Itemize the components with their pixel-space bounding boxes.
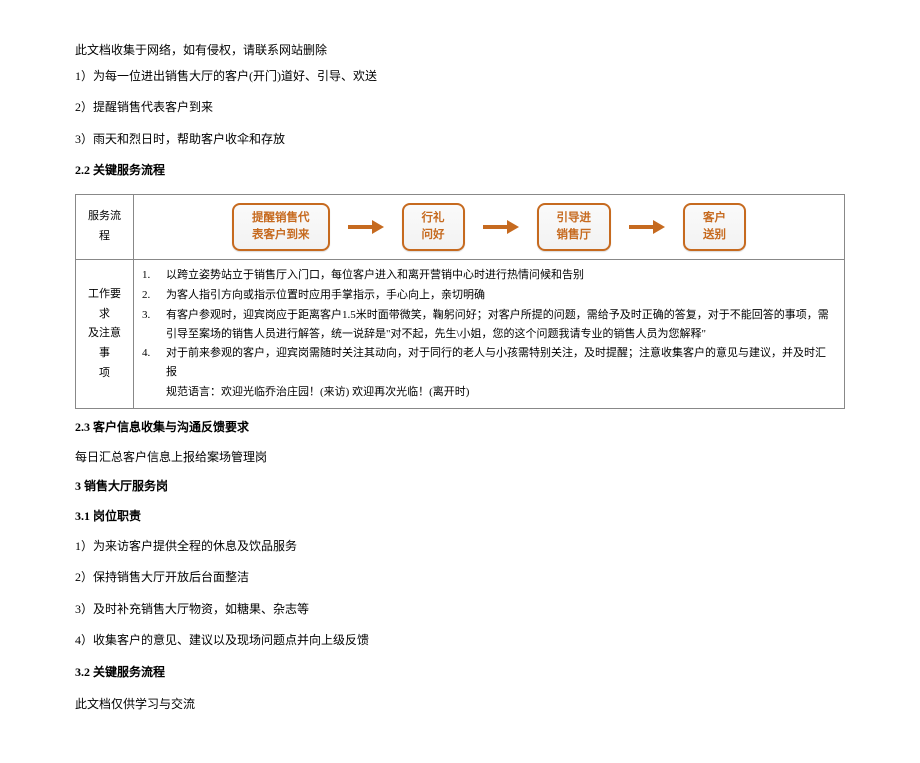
flow-step-4: 客户 送别 [683, 203, 746, 252]
req-item: 规范语言：欢迎光临乔治庄园！(来访) 欢迎再次光临！(离开时) [142, 383, 836, 402]
row-label-req: 工作要求 及注意事 项 [76, 260, 134, 409]
req-num [142, 383, 166, 402]
process-table: 服务流程 提醒销售代 表客户到来 行礼 问好 引导进 销售厅 客户 送别 工作要… [75, 194, 845, 409]
req-text: 以跨立姿势站立于销售厅入门口，每位客户进入和离开营销中心时进行热情问候和告别 [166, 266, 584, 285]
heading-2-3: 2.3 客户信息收集与沟通反馈要求 [75, 417, 845, 439]
arrow-right-icon [483, 219, 519, 235]
heading-2-2: 2.2 关键服务流程 [75, 160, 845, 182]
flow-step-1: 提醒销售代 表客户到来 [232, 203, 330, 252]
duties-list: 1）为来访客户提供全程的休息及饮品服务 2）保持销售大厅开放后台面整洁 3）及时… [75, 536, 845, 652]
req-text: 为客人指引方向或指示位置时应用手掌指示，手心向上，亲切明确 [166, 286, 485, 305]
flow-container: 提醒销售代 表客户到来 行礼 问好 引导进 销售厅 客户 送别 [142, 203, 836, 252]
requirements-list: 1. 以跨立姿势站立于销售厅入门口，每位客户进入和离开营销中心时进行热情问候和告… [142, 266, 836, 401]
row-label-flow: 服务流程 [76, 194, 134, 260]
req-num: 1. [142, 266, 166, 285]
req-item: 1. 以跨立姿势站立于销售厅入门口，每位客户进入和离开营销中心时进行热情问候和告… [142, 266, 836, 285]
flow-step-2: 行礼 问好 [402, 203, 465, 252]
requirements-cell: 1. 以跨立姿势站立于销售厅入门口，每位客户进入和离开营销中心时进行热情问候和告… [134, 260, 845, 409]
req-text: 规范语言：欢迎光临乔治庄园！(来访) 欢迎再次光临！(离开时) [166, 383, 469, 402]
duty-item: 1）为来访客户提供全程的休息及饮品服务 [75, 536, 845, 558]
duty-item: 2）保持销售大厅开放后台面整洁 [75, 567, 845, 589]
flow-cell: 提醒销售代 表客户到来 行礼 问好 引导进 销售厅 客户 送别 [134, 194, 845, 260]
top-notice: 此文档收集于网络，如有侵权，请联系网站删除 [75, 40, 845, 62]
intro-item: 2）提醒销售代表客户到来 [75, 97, 845, 119]
intro-item: 3）雨天和烈日时，帮助客户收伞和存放 [75, 129, 845, 151]
heading-3-2: 3.2 关键服务流程 [75, 662, 845, 684]
intro-item: 1）为每一位进出销售大厅的客户(开门)道好、引导、欢送 [75, 66, 845, 88]
arrow-right-icon [348, 219, 384, 235]
req-text: 对于前来参观的客户，迎宾岗需随时关注其动向，对于同行的老人与小孩需特别关注，及时… [166, 344, 836, 381]
duty-item: 4）收集客户的意见、建议以及现场问题点并向上级反馈 [75, 630, 845, 652]
flow-step-3: 引导进 销售厅 [537, 203, 612, 252]
req-num: 4. [142, 344, 166, 381]
req-item: 3. 有客户参观时，迎宾岗应于距离客户1.5米时面带微笑，鞠躬问好；对客户所提的… [142, 306, 836, 343]
req-num: 3. [142, 306, 166, 343]
footer-notice: 此文档仅供学习与交流 [75, 694, 845, 716]
req-item: 2. 为客人指引方向或指示位置时应用手掌指示，手心向上，亲切明确 [142, 286, 836, 305]
req-num: 2. [142, 286, 166, 305]
req-text: 有客户参观时，迎宾岗应于距离客户1.5米时面带微笑，鞠躬问好；对客户所提的问题，… [166, 306, 836, 343]
intro-list: 1）为每一位进出销售大厅的客户(开门)道好、引导、欢送 2）提醒销售代表客户到来… [75, 66, 845, 151]
heading-3-1: 3.1 岗位职责 [75, 506, 845, 528]
req-item: 4. 对于前来参观的客户，迎宾岗需随时关注其动向，对于同行的老人与小孩需特别关注… [142, 344, 836, 381]
heading-3: 3 销售大厅服务岗 [75, 476, 845, 498]
sub-2-3: 每日汇总客户信息上报给案场管理岗 [75, 447, 845, 469]
duty-item: 3）及时补充销售大厅物资，如糖果、杂志等 [75, 599, 845, 621]
arrow-right-icon [629, 219, 665, 235]
